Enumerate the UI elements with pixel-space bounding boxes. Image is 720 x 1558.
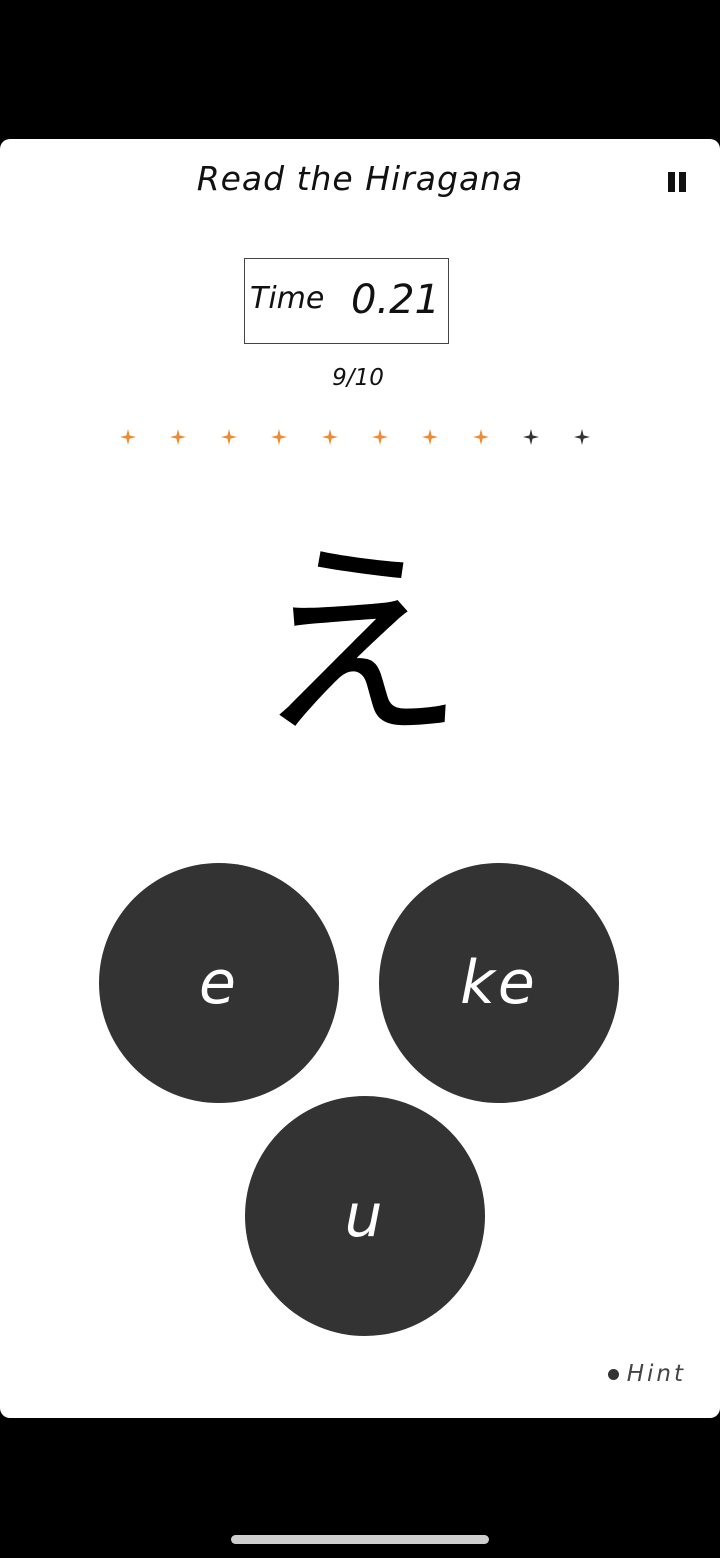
star-pending-icon — [573, 429, 590, 445]
star-completed-icon — [372, 429, 388, 445]
timer-label: Time — [250, 281, 325, 316]
question-kana: え — [254, 522, 465, 767]
answer-button-1[interactable]: e — [99, 863, 339, 1103]
screen: Read the Hiragana Time 0.21 9/10 え e ke … — [0, 0, 720, 1558]
star-completed-icon — [170, 429, 187, 445]
answer-button-2[interactable]: ke — [379, 863, 619, 1103]
page-title: Read the Hiragana — [196, 159, 524, 198]
home-indicator[interactable] — [231, 1535, 489, 1544]
star-completed-icon — [220, 429, 237, 445]
star-completed-icon — [120, 429, 136, 445]
star-completed-icon — [422, 429, 439, 445]
hint-dot-icon — [607, 1368, 619, 1380]
star-completed-icon — [321, 429, 338, 445]
star-completed-icon — [271, 429, 288, 445]
timer-box: Time 0.21 — [244, 258, 449, 344]
progress-stars — [0, 429, 720, 449]
answer-button-3[interactable]: u — [245, 1096, 485, 1336]
hint-button[interactable]: Hint — [607, 1361, 686, 1387]
progress-counter: 9/10 — [332, 365, 384, 391]
star-pending-icon — [523, 429, 540, 445]
star-completed-icon — [472, 429, 489, 445]
timer-value: 0.21 — [350, 277, 440, 323]
hint-label: Hint — [626, 1361, 686, 1387]
pause-icon — [668, 172, 686, 192]
quiz-card: Read the Hiragana Time 0.21 9/10 え e ke … — [0, 139, 720, 1418]
pause-button[interactable] — [660, 165, 694, 199]
